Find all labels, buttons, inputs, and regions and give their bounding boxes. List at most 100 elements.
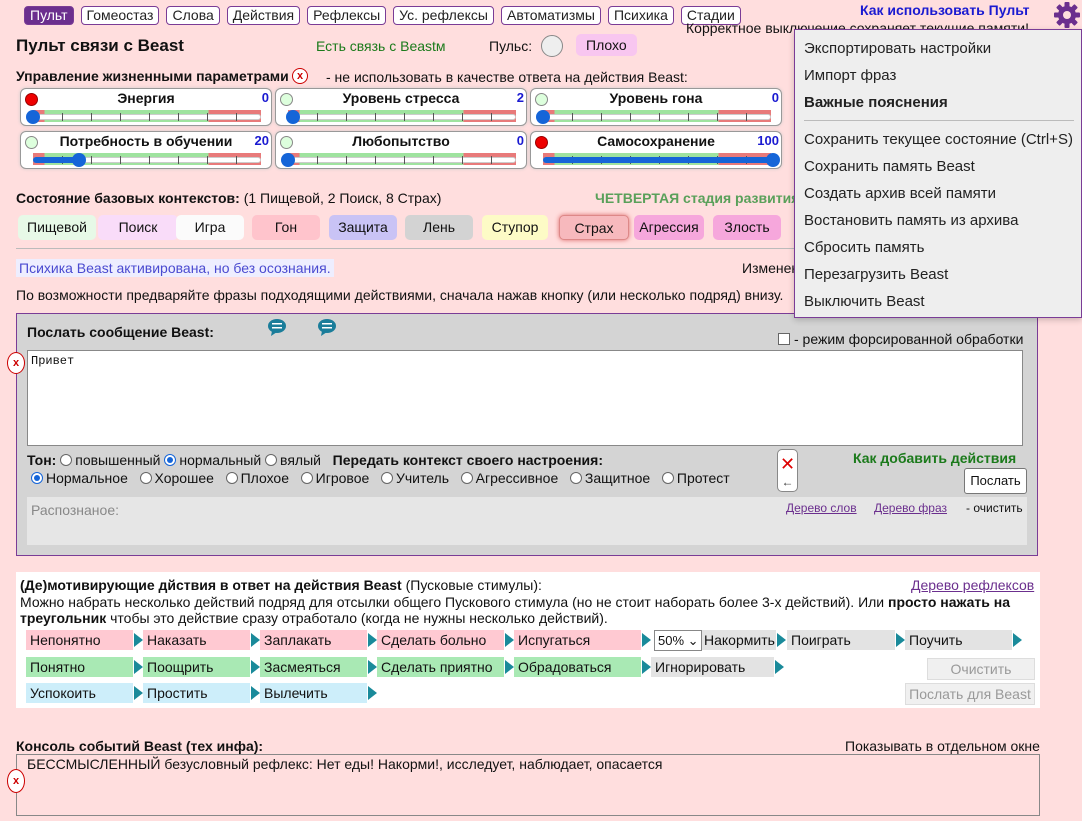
- howto-link[interactable]: Как использовать Пульт: [860, 2, 1029, 18]
- mood-option[interactable]: Учитель: [380, 470, 449, 486]
- context-button[interactable]: Пищевой: [18, 215, 96, 240]
- tab-pult[interactable]: Пульт: [24, 6, 74, 25]
- tab-actions[interactable]: Действия: [226, 6, 301, 25]
- radio-icon[interactable]: [300, 472, 313, 484]
- radio-icon[interactable]: [380, 472, 393, 484]
- tab-psyche[interactable]: Психика: [607, 6, 674, 25]
- action-button[interactable]: Испугаться: [514, 630, 651, 650]
- tone-option[interactable]: нормальный: [164, 452, 261, 468]
- context-button[interactable]: Защита: [329, 215, 397, 240]
- clear-message-x-icon[interactable]: x: [7, 352, 25, 374]
- tab-cond-reflexes[interactable]: Ус. рефлексы: [393, 6, 494, 25]
- action-button[interactable]: Непонятно: [26, 630, 143, 650]
- mood-option[interactable]: Хорошее: [139, 470, 214, 486]
- menu-item-important-notes[interactable]: Важные пояснения: [804, 94, 948, 111]
- menu-item-save-state[interactable]: Сохранить текущее состояние (Ctrl+S): [804, 131, 1073, 148]
- clear-link[interactable]: - очистить: [966, 501, 1023, 515]
- slider-handle[interactable]: [72, 153, 86, 167]
- slider-handle[interactable]: [286, 110, 300, 124]
- reflex-tree-link[interactable]: Дерево рефлексов: [911, 577, 1034, 593]
- param-value: 2: [516, 90, 524, 105]
- tab-automatisms[interactable]: Автоматизмы: [500, 6, 601, 25]
- mood-option[interactable]: Игровое: [300, 470, 369, 486]
- tab-words[interactable]: Слова: [166, 6, 220, 25]
- menu-item-shutdown[interactable]: Выключить Beast: [804, 293, 925, 310]
- mood-option[interactable]: Агрессивное: [460, 470, 558, 486]
- action-button[interactable]: Вылечить: [260, 683, 377, 703]
- context-button[interactable]: Лень: [405, 215, 473, 240]
- menu-item-export-settings[interactable]: Экспортировать настройки: [804, 40, 991, 57]
- slider-handle[interactable]: [536, 110, 550, 124]
- radio-icon[interactable]: [265, 454, 278, 466]
- menu-item-create-archive[interactable]: Создать архив всей памяти: [804, 185, 996, 202]
- slider-track[interactable]: [543, 114, 771, 120]
- slider-track[interactable]: [288, 157, 516, 163]
- radio-icon[interactable]: [225, 472, 238, 484]
- action-button[interactable]: Успокоить: [26, 683, 143, 703]
- context-button[interactable]: Поиск: [98, 215, 178, 240]
- speech-bubble-icon[interactable]: [317, 318, 337, 336]
- mood-option[interactable]: Нормальное: [31, 470, 128, 486]
- remove-action-x-icon[interactable]: ✕ ←: [777, 449, 798, 492]
- tab-reflexes[interactable]: Рефлексы: [307, 6, 387, 25]
- percent-select[interactable]: 50% ⌄: [654, 630, 702, 651]
- action-button[interactable]: Сделать больно: [377, 630, 514, 650]
- radio-icon[interactable]: [661, 472, 674, 484]
- words-tree-link[interactable]: Дерево слов: [786, 501, 857, 515]
- action-button[interactable]: Накормить: [700, 630, 786, 650]
- context-button[interactable]: Злость: [713, 215, 781, 240]
- params-exclude-x-icon[interactable]: x: [292, 68, 308, 84]
- slider-tick: [178, 156, 179, 164]
- context-button[interactable]: Игра: [176, 215, 244, 240]
- action-button[interactable]: Поиграть: [787, 630, 905, 650]
- context-button[interactable]: Гон: [252, 215, 320, 240]
- force-mode-checkbox[interactable]: - режим форсированной обработки: [778, 331, 1023, 347]
- mood-option[interactable]: Протест: [661, 470, 730, 486]
- separate-window-link[interactable]: Показывать в отдельном окне: [845, 738, 1040, 754]
- radio-icon[interactable]: [60, 454, 73, 466]
- action-button[interactable]: Игнорировать: [651, 657, 784, 677]
- phrase-tree-link[interactable]: Дерево фраз: [874, 501, 947, 515]
- how-add-actions-link[interactable]: Как добавить действия: [853, 450, 1016, 466]
- context-button[interactable]: Агрессия: [634, 215, 704, 240]
- slider-handle[interactable]: [281, 153, 295, 167]
- radio-icon[interactable]: [164, 454, 177, 466]
- action-button[interactable]: Наказать: [143, 630, 260, 650]
- action-button[interactable]: Обрадоваться: [514, 657, 651, 677]
- menu-item-save-memory[interactable]: Сохранить память Beast: [804, 158, 975, 175]
- action-button[interactable]: Простить: [143, 683, 260, 703]
- action-button[interactable]: Понятно: [26, 657, 143, 677]
- gear-icon[interactable]: [1053, 1, 1081, 29]
- message-textarea[interactable]: Привет: [27, 350, 1023, 446]
- context-button[interactable]: Ступор: [482, 215, 548, 240]
- menu-item-restart[interactable]: Перезагрузить Beast: [804, 266, 948, 283]
- mood-option[interactable]: Защитное: [569, 470, 650, 486]
- context-button[interactable]: Страх: [559, 215, 629, 240]
- action-button[interactable]: Заплакать: [260, 630, 377, 650]
- radio-icon[interactable]: [31, 472, 43, 484]
- action-button[interactable]: Засмеяться: [260, 657, 377, 677]
- tab-homeostasis[interactable]: Гомеостаз: [80, 6, 160, 25]
- slider-track[interactable]: [288, 114, 516, 120]
- send-for-beast-button[interactable]: Послать для Beast: [905, 683, 1035, 705]
- tone-option[interactable]: вялый: [265, 452, 321, 468]
- clear-actions-button[interactable]: Очистить: [927, 658, 1035, 680]
- action-button[interactable]: Сделать приятно: [377, 657, 514, 677]
- menu-item-restore-archive[interactable]: Востановить память из архива: [804, 212, 1018, 229]
- slider-handle[interactable]: [26, 110, 40, 124]
- menu-item-import-phrases[interactable]: Импорт фраз: [804, 67, 896, 84]
- slider-handle[interactable]: [766, 153, 780, 167]
- slider-track[interactable]: [33, 114, 261, 120]
- action-button[interactable]: Поучить: [905, 630, 1022, 650]
- radio-icon[interactable]: [569, 472, 582, 484]
- action-button[interactable]: Поощрить: [143, 657, 260, 677]
- send-button[interactable]: Послать: [964, 468, 1027, 494]
- mood-option[interactable]: Плохое: [225, 470, 289, 486]
- speech-bubble-icon[interactable]: [267, 318, 287, 336]
- checkbox-icon[interactable]: [778, 333, 790, 345]
- radio-icon[interactable]: [460, 472, 473, 484]
- radio-icon[interactable]: [139, 472, 152, 484]
- tone-option[interactable]: повышенный: [60, 452, 160, 468]
- menu-item-reset-memory[interactable]: Сбросить память: [804, 239, 924, 256]
- clear-console-x-icon[interactable]: x: [7, 769, 25, 793]
